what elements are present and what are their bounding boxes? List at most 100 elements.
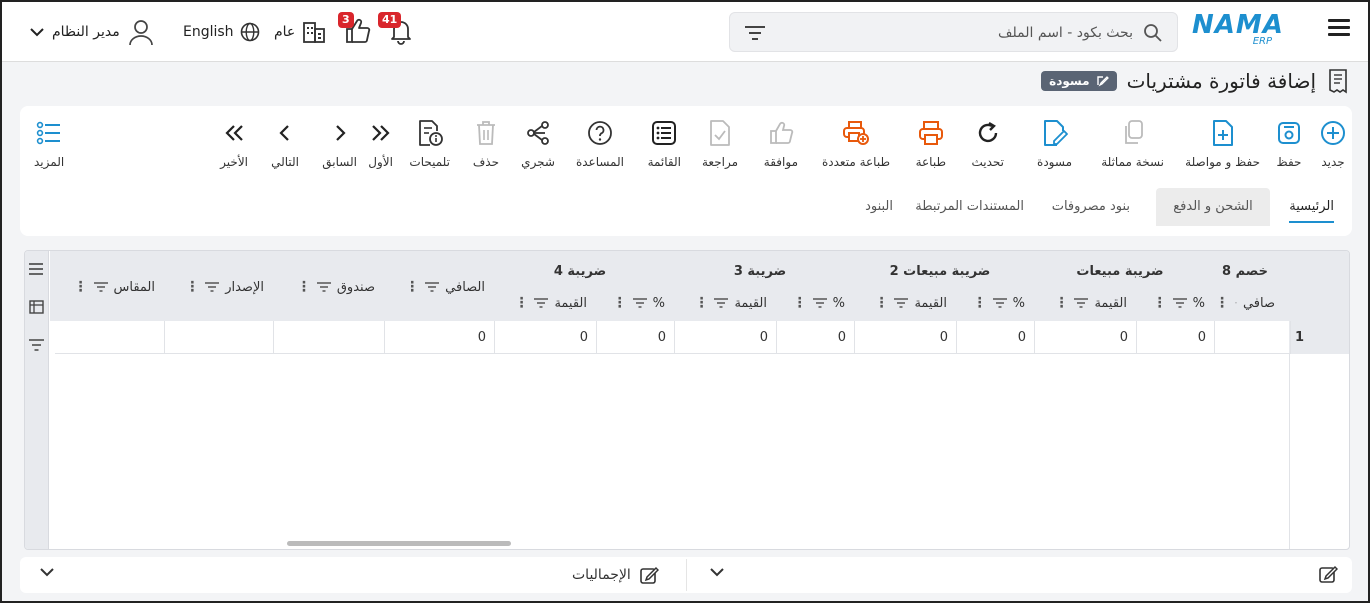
column-header-value[interactable]: ⋮ القيمة (495, 291, 597, 315)
totals-bar: الإجماليات (20, 557, 1352, 593)
column-header-percent[interactable]: ⋮% (1137, 291, 1215, 315)
file-edit-icon (1043, 120, 1068, 146)
more-button[interactable]: المزيد (34, 118, 64, 169)
refresh-icon (978, 121, 997, 143)
help-button[interactable]: المساعدة (576, 118, 624, 169)
table-cell[interactable]: 0 (675, 321, 777, 354)
clone-button[interactable]: نسخة مماثلة (1101, 118, 1164, 169)
filter-icon (812, 298, 827, 308)
logo[interactable]: NAMA ERP (1192, 10, 1290, 50)
table-cell[interactable] (55, 321, 165, 354)
user-menu[interactable]: مدير النظام (30, 16, 154, 48)
notifications-button[interactable]: 41 (378, 12, 418, 46)
column-header-net[interactable]: ⋮ الصافي (385, 275, 495, 299)
chevron-down-icon[interactable] (40, 566, 54, 580)
table-cell[interactable]: 0 (385, 321, 495, 354)
totals-toggle[interactable]: الإجماليات (572, 563, 659, 587)
help-label: المساعدة (575, 155, 624, 169)
column-header-value[interactable]: ⋮ القيمة (675, 291, 777, 315)
table-cell[interactable]: 0 (1137, 321, 1215, 354)
filter-icon (1172, 298, 1187, 308)
column-header-percent[interactable]: ⋮% (777, 291, 855, 315)
delete-button[interactable]: حذف (473, 118, 499, 169)
table-cell[interactable]: 0 (495, 321, 597, 354)
filter-icon[interactable] (29, 339, 44, 354)
last-button[interactable]: الأخير (220, 118, 248, 169)
column-group-sales-tax: ضريبة مبيعات (1076, 263, 1164, 279)
tab-items[interactable]: البنود (851, 188, 907, 226)
table-cell[interactable]: 0 (957, 321, 1035, 354)
list-button[interactable]: القائمة (648, 118, 681, 169)
filter-icon (534, 298, 549, 308)
invoice-icon (1329, 69, 1347, 94)
table-cell[interactable]: 0 (597, 321, 675, 354)
print-button[interactable]: طباعة (916, 118, 946, 169)
next-label: التالي (271, 155, 299, 169)
refresh-button[interactable]: تحديث (971, 118, 1004, 169)
file-plus-icon (1212, 120, 1233, 146)
tab-shipping-payment[interactable]: الشحن و الدفع (1156, 188, 1270, 226)
globe-icon (240, 22, 259, 42)
likes-button[interactable]: 3 (338, 12, 374, 46)
language-selector[interactable]: English (183, 18, 260, 46)
table-cell[interactable] (165, 321, 274, 354)
multi-print-button[interactable]: طباعة متعددة (822, 118, 890, 169)
column-header-box[interactable]: ⋮ صندوق (274, 275, 385, 299)
save-continue-button[interactable]: حفظ و مواصلة (1185, 118, 1260, 169)
filter-icon[interactable] (744, 24, 766, 45)
first-button[interactable]: الأول (368, 118, 393, 169)
new-button[interactable]: جديد (1320, 118, 1346, 169)
column-header-value[interactable]: ⋮ القيمة (1035, 291, 1137, 315)
first-label: الأول (368, 155, 393, 169)
save-button[interactable]: حفظ (1276, 118, 1302, 169)
previous-button[interactable]: السابق (322, 118, 357, 169)
tab-expense-items[interactable]: بنود مصروفات (1038, 188, 1144, 226)
draft-button[interactable]: مسودة (1037, 118, 1072, 169)
page-header: إضافة فاتورة مشتريات مسودة (1041, 64, 1350, 98)
building-icon (303, 22, 326, 43)
column-header-percent[interactable]: ⋮% (597, 291, 675, 315)
table-cell[interactable] (1215, 321, 1291, 354)
hints-button[interactable]: تلميحات (409, 118, 450, 169)
review-button[interactable]: مراجعة (702, 118, 738, 169)
menu-icon[interactable] (29, 263, 43, 278)
company-selector[interactable]: عام (274, 18, 327, 46)
edit-icon[interactable] (1318, 564, 1339, 587)
column-header-size[interactable]: ⋮ المقاس (55, 275, 165, 299)
horizontal-scrollbar[interactable] (287, 541, 511, 546)
filter-icon (632, 298, 647, 308)
column-header-version[interactable]: ⋮ الإصدار (165, 275, 274, 299)
next-button[interactable]: التالي (271, 118, 299, 169)
save-label: حفظ (1276, 155, 1302, 169)
filter-icon (1074, 298, 1089, 308)
table-cell[interactable]: 0 (855, 321, 957, 354)
column-header-percent[interactable]: ⋮% (957, 291, 1035, 315)
column-header-net-partial[interactable]: ⋮ صافي (1215, 291, 1285, 315)
chevron-down-icon (30, 28, 44, 37)
review-label: مراجعة (701, 155, 738, 169)
delete-label: حذف (472, 155, 499, 169)
table-cell[interactable]: 0 (777, 321, 855, 354)
table-cell[interactable] (274, 321, 385, 354)
tab-main[interactable]: الرئيسية (1275, 188, 1348, 226)
table-cell[interactable]: 0 (1035, 321, 1137, 354)
row-number[interactable]: 1 (1289, 321, 1349, 354)
column-header-value[interactable]: ⋮ القيمة (855, 291, 957, 315)
draft-label: مسودة (1037, 155, 1072, 169)
search-box (729, 12, 1178, 52)
multi-print-label: طباعة متعددة (821, 155, 890, 169)
status-badge: مسودة (1041, 71, 1117, 91)
approve-button[interactable]: موافقة (764, 118, 798, 169)
printer-plus-icon (842, 121, 869, 145)
page-title: إضافة فاتورة مشتريات (1126, 69, 1316, 93)
clone-label: نسخة مماثلة (1101, 155, 1164, 169)
file-check-icon (710, 120, 730, 146)
columns-icon[interactable] (29, 300, 44, 317)
chevron-down-icon[interactable] (710, 566, 724, 580)
tree-button[interactable]: شجري (521, 118, 555, 169)
tab-related-documents[interactable]: المستندات المرتبطة (901, 188, 1038, 226)
menu-icon[interactable] (1328, 19, 1350, 39)
search-input[interactable] (793, 22, 1133, 44)
search-icon[interactable] (1143, 23, 1163, 46)
list-more-icon (36, 121, 61, 145)
